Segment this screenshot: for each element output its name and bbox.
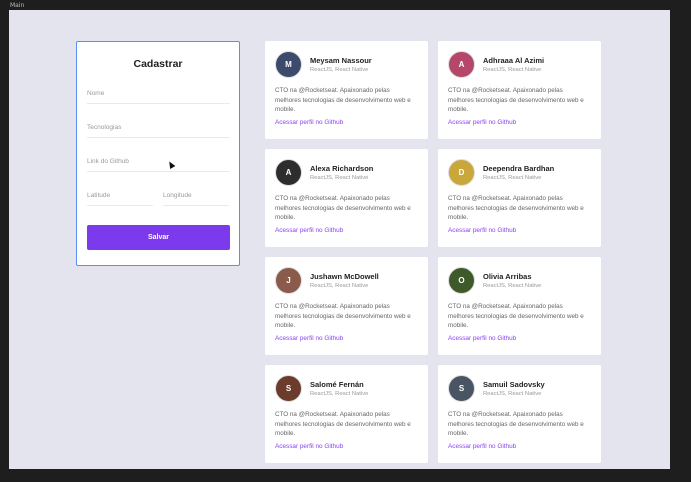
avatar: J: [275, 267, 302, 294]
save-button[interactable]: Salvar: [87, 225, 230, 250]
user-info: Meysam Nassour ReactJS, React Native: [310, 56, 372, 73]
name-input[interactable]: [87, 86, 230, 101]
dev-card: J Jushawn McDowell ReactJS, React Native…: [265, 257, 428, 355]
user-info: Jushawn McDowell ReactJS, React Native: [310, 272, 379, 289]
dev-name: Olivia Arribas: [483, 272, 532, 281]
longitude-field-wrapper: [163, 184, 229, 206]
user-info: Adhraaa Al Azimi ReactJS, React Native: [483, 56, 544, 73]
dev-techs: ReactJS, React Native: [310, 283, 369, 289]
avatar: A: [275, 159, 302, 186]
dev-name: Adhraaa Al Azimi: [483, 56, 545, 65]
dev-card-header: J Jushawn McDowell ReactJS, React Native: [275, 267, 418, 294]
dev-card-header: S Samuil Sadovsky ReactJS, React Native: [448, 375, 591, 402]
dev-bio: CTO na @Rocketseat. Apaixonado pelas mel…: [448, 195, 584, 221]
github-profile-link[interactable]: Acessar perfil no Github: [275, 335, 418, 342]
github-input[interactable]: [87, 154, 230, 169]
dev-name: Samuil Sadovsky: [483, 380, 545, 389]
dev-name: Jushawn McDowell: [310, 272, 379, 281]
avatar-initial: A: [285, 168, 292, 177]
techs-input[interactable]: [87, 120, 230, 135]
frame-label: Main: [10, 2, 25, 9]
latitude-field-wrapper: [87, 184, 153, 206]
avatar: S: [275, 375, 302, 402]
latitude-input[interactable]: [87, 188, 153, 203]
dev-card: S Samuil Sadovsky ReactJS, React Native …: [438, 365, 601, 463]
user-info: Samuil Sadovsky ReactJS, React Native: [483, 380, 545, 397]
dev-card-header: A Adhraaa Al Azimi ReactJS, React Native: [448, 51, 591, 78]
avatar-initial: O: [458, 276, 465, 285]
dev-card: M Meysam Nassour ReactJS, React Native C…: [265, 41, 428, 139]
dev-bio: CTO na @Rocketseat. Apaixonado pelas mel…: [275, 195, 411, 221]
user-info: Alexa Richardson ReactJS, React Native: [310, 164, 373, 181]
dev-card: O Olivia Arribas ReactJS, React Native C…: [438, 257, 601, 355]
avatar: D: [448, 159, 475, 186]
dev-card-header: M Meysam Nassour ReactJS, React Native: [275, 51, 418, 78]
dev-list: M Meysam Nassour ReactJS, React Native C…: [265, 41, 602, 463]
avatar: O: [448, 267, 475, 294]
main-canvas: Cadastrar Salvar M Meysam Nassour ReactJ…: [9, 10, 670, 469]
dev-name: Salomé Fernán: [310, 380, 364, 389]
dev-bio: CTO na @Rocketseat. Apaixonado pelas mel…: [448, 411, 584, 437]
form-title: Cadastrar: [133, 58, 183, 70]
dev-name: Meysam Nassour: [310, 56, 372, 65]
dev-card: D Deependra Bardhan ReactJS, React Nativ…: [438, 149, 601, 247]
dev-name: Alexa Richardson: [310, 164, 374, 173]
dev-techs: ReactJS, React Native: [483, 67, 542, 73]
register-form: Cadastrar Salvar: [76, 41, 240, 266]
avatar-initial: M: [285, 60, 292, 69]
user-info: Deependra Bardhan ReactJS, React Native: [483, 164, 554, 181]
avatar: S: [448, 375, 475, 402]
github-profile-link[interactable]: Acessar perfil no Github: [448, 443, 591, 450]
dev-techs: ReactJS, React Native: [483, 283, 542, 289]
dev-card: S Salomé Fernán ReactJS, React Native CT…: [265, 365, 428, 463]
dev-card-header: O Olivia Arribas ReactJS, React Native: [448, 267, 591, 294]
github-profile-link[interactable]: Acessar perfil no Github: [275, 119, 418, 126]
avatar-initial: S: [458, 384, 465, 393]
dev-techs: ReactJS, React Native: [310, 175, 369, 181]
avatar-initial: J: [286, 276, 291, 285]
avatar: A: [448, 51, 475, 78]
dev-techs: ReactJS, React Native: [483, 391, 542, 397]
user-info: Olivia Arribas ReactJS, React Native: [483, 272, 541, 289]
name-field-wrapper: [87, 82, 230, 104]
avatar-initial: S: [285, 384, 292, 393]
dev-name: Deependra Bardhan: [483, 164, 555, 173]
longitude-input[interactable]: [163, 188, 229, 203]
dev-card: A Alexa Richardson ReactJS, React Native…: [265, 149, 428, 247]
dev-techs: ReactJS, React Native: [483, 175, 542, 181]
avatar-initial: A: [458, 60, 465, 69]
dev-bio: CTO na @Rocketseat. Apaixonado pelas mel…: [275, 303, 411, 329]
github-profile-link[interactable]: Acessar perfil no Github: [448, 119, 591, 126]
dev-bio: CTO na @Rocketseat. Apaixonado pelas mel…: [448, 303, 584, 329]
dev-bio: CTO na @Rocketseat. Apaixonado pelas mel…: [275, 87, 411, 113]
dev-card: A Adhraaa Al Azimi ReactJS, React Native…: [438, 41, 601, 139]
dev-card-header: S Salomé Fernán ReactJS, React Native: [275, 375, 418, 402]
github-profile-link[interactable]: Acessar perfil no Github: [448, 335, 591, 342]
techs-field-wrapper: [87, 116, 230, 138]
avatar: M: [275, 51, 302, 78]
github-profile-link[interactable]: Acessar perfil no Github: [275, 443, 418, 450]
dev-techs: ReactJS, React Native: [310, 67, 369, 73]
github-profile-link[interactable]: Acessar perfil no Github: [448, 227, 591, 234]
dev-card-header: A Alexa Richardson ReactJS, React Native: [275, 159, 418, 186]
dev-techs: ReactJS, React Native: [310, 391, 369, 397]
github-field-wrapper: [87, 150, 230, 172]
github-profile-link[interactable]: Acessar perfil no Github: [275, 227, 418, 234]
dev-bio: CTO na @Rocketseat. Apaixonado pelas mel…: [448, 87, 584, 113]
avatar-initial: D: [458, 168, 465, 177]
dev-card-header: D Deependra Bardhan ReactJS, React Nativ…: [448, 159, 591, 186]
user-info: Salomé Fernán ReactJS, React Native: [310, 380, 368, 397]
dev-bio: CTO na @Rocketseat. Apaixonado pelas mel…: [275, 411, 411, 437]
